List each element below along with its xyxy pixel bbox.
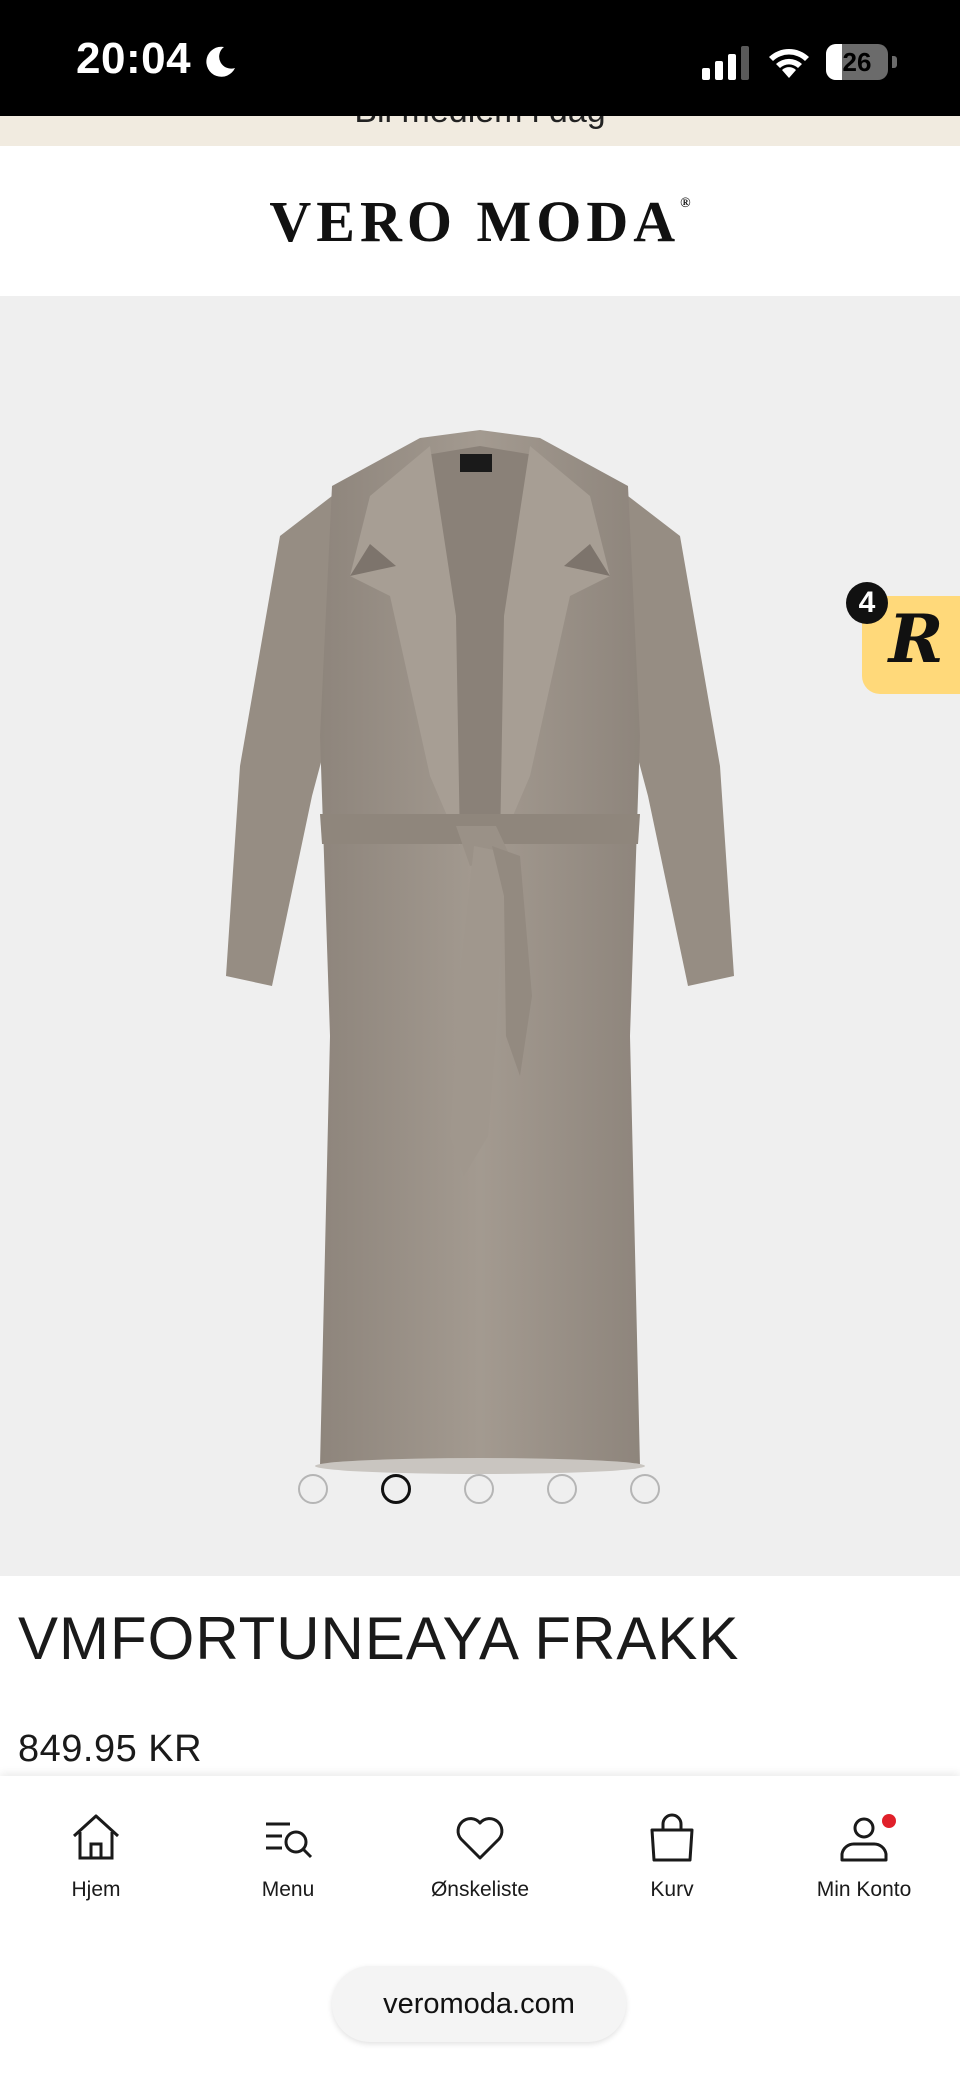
moon-icon bbox=[206, 46, 235, 77]
battery-icon: 26 bbox=[826, 44, 898, 80]
gallery-dot-2[interactable] bbox=[381, 1474, 411, 1504]
browser-url-bar[interactable]: veromoda.com bbox=[332, 1966, 626, 2042]
gallery-dot-1[interactable] bbox=[298, 1474, 328, 1504]
promo-banner[interactable]: Bli medlem i dag bbox=[0, 116, 960, 146]
nav-item-menu[interactable]: Menu bbox=[192, 1810, 384, 1920]
nav-label-account: Min Konto bbox=[816, 1878, 912, 1901]
rewards-count-badge: 4 bbox=[846, 582, 888, 624]
product-gallery[interactable] bbox=[0, 296, 960, 1576]
nav-label-menu: Menu bbox=[261, 1878, 315, 1901]
rewards-logo-icon: R bbox=[888, 600, 944, 678]
product-price: 849.95 KR bbox=[18, 1728, 203, 1770]
vero-moda-logo[interactable]: VERO MODA® bbox=[0, 188, 960, 255]
nav-item-home[interactable]: Hjem bbox=[0, 1810, 192, 1920]
nav-item-account[interactable]: Min Konto bbox=[768, 1810, 960, 1920]
product-title: VMFORTUNEAYA FRAKK bbox=[18, 1605, 740, 1672]
battery-label: 26 bbox=[842, 47, 872, 77]
gallery-dot-4[interactable] bbox=[547, 1474, 577, 1504]
gallery-dot-3[interactable] bbox=[464, 1474, 494, 1504]
logo-text: VERO MODA bbox=[269, 189, 681, 254]
home-icon bbox=[72, 1814, 120, 1860]
nav-label-cart: Kurv bbox=[650, 1878, 694, 1901]
heart-icon bbox=[456, 1817, 504, 1860]
status-bar: 20:04 26 bbox=[0, 0, 960, 116]
gallery-dot-5[interactable] bbox=[630, 1474, 660, 1504]
status-time: 20:04 bbox=[76, 34, 192, 83]
account-notification-dot bbox=[882, 1814, 896, 1828]
logo-registered-mark: ® bbox=[680, 196, 691, 211]
promo-text: Bli medlem i dag bbox=[0, 116, 960, 131]
nav-label-home: Hjem bbox=[71, 1878, 121, 1901]
menu-search-icon bbox=[266, 1822, 313, 1859]
nav-item-wishlist[interactable]: Ønskeliste bbox=[384, 1810, 576, 1920]
wifi-icon bbox=[769, 49, 809, 78]
site-header: VERO MODA® bbox=[0, 146, 960, 296]
signal-icon bbox=[702, 46, 749, 80]
nav-label-wishlist: Ønskeliste bbox=[430, 1878, 530, 1901]
gallery-pagination bbox=[0, 1474, 960, 1514]
nav-item-cart[interactable]: Kurv bbox=[576, 1810, 768, 1920]
bag-icon bbox=[650, 1813, 694, 1862]
coat-product-image[interactable] bbox=[220, 416, 740, 1476]
